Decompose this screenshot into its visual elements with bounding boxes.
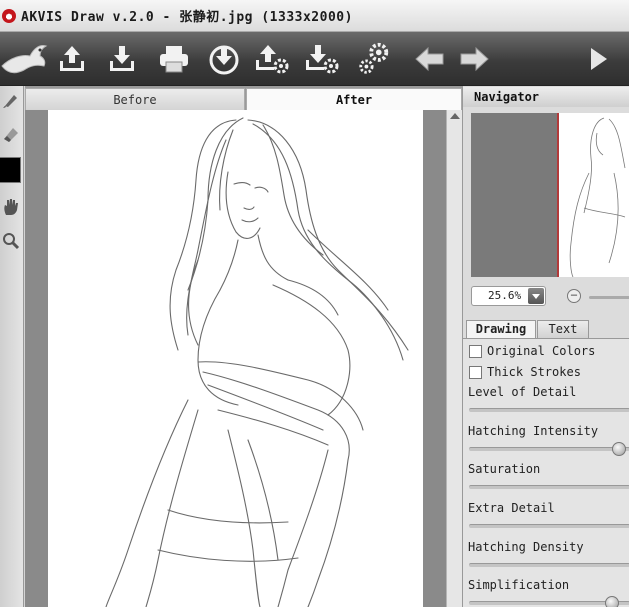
import-strokes-icon (209, 45, 239, 75)
export-settings-alt-icon (306, 45, 339, 74)
zoom-slider[interactable] (589, 296, 629, 299)
tab-after[interactable]: After (246, 88, 462, 110)
right-panel: Navigator 25.6% − Drawing Text Original (462, 86, 629, 607)
hatching-intensity-slider[interactable] (469, 442, 629, 456)
zoom-input[interactable]: 25.6% (471, 286, 546, 306)
canvas-area: Before After (25, 86, 462, 607)
extra-detail-slider[interactable] (469, 524, 629, 528)
print-icon (160, 46, 188, 73)
zoom-icon (3, 233, 20, 250)
thick-strokes-option[interactable]: Thick Strokes (469, 364, 581, 380)
preferences-button[interactable] (356, 40, 392, 78)
back-icon (415, 46, 444, 72)
result-image[interactable] (48, 110, 423, 607)
original-colors-option[interactable]: Original Colors (469, 343, 595, 359)
open-button[interactable] (54, 40, 90, 78)
scroll-up-arrow-icon[interactable] (450, 113, 460, 119)
forward-button[interactable] (456, 40, 492, 78)
app-logo-icon (2, 8, 16, 23)
hand-icon (4, 199, 19, 215)
thick-strokes-label: Thick Strokes (487, 365, 581, 379)
hand-tool[interactable] (0, 195, 22, 219)
export-settings-icon (256, 45, 289, 74)
extra-detail-label: Extra Detail (468, 501, 555, 515)
hatching-density-slider[interactable] (469, 563, 629, 567)
bird-logo-icon (0, 36, 50, 85)
level-of-detail-slider[interactable] (469, 408, 629, 412)
original-colors-checkbox[interactable] (469, 344, 482, 358)
save-icon (110, 46, 134, 71)
zoom-value: 25.6% (488, 289, 522, 302)
tab-text[interactable]: Text (537, 320, 589, 338)
toolbar (0, 32, 629, 86)
drawing-settings: Original Colors Thick Strokes Level of D… (463, 338, 629, 607)
window-title: AKVIS Draw v.2.0 - 张静初.jpg (1333x2000) (21, 10, 353, 25)
eraser-tool[interactable] (0, 122, 22, 146)
hatching-intensity-label: Hatching Intensity (468, 424, 599, 438)
back-button[interactable] (412, 40, 448, 78)
hatching-density-label: Hatching Density (468, 540, 584, 554)
forward-icon (460, 46, 489, 72)
navigator-thumbnail (557, 113, 629, 277)
export-settings-alt-button[interactable] (304, 40, 340, 78)
thick-strokes-checkbox[interactable] (469, 365, 482, 379)
zoom-dropdown-icon[interactable] (528, 288, 544, 304)
saturation-slider[interactable] (469, 485, 629, 489)
eraser-icon (4, 128, 18, 142)
preferences-icon (359, 42, 389, 74)
title-bar: AKVIS Draw v.2.0 - 张静初.jpg (1333x2000) (0, 0, 629, 32)
simplification-label: Simplification (468, 578, 570, 592)
pencil-tool[interactable] (0, 88, 22, 112)
navigator-preview[interactable] (471, 113, 629, 277)
simplification-thumb[interactable] (605, 596, 619, 607)
save-button[interactable] (104, 40, 140, 78)
level-of-detail-label: Level of Detail (468, 385, 577, 399)
zoom-tool[interactable] (0, 229, 22, 253)
export-settings-button[interactable] (254, 40, 290, 78)
saturation-label: Saturation (468, 462, 541, 476)
import-strokes-button[interactable] (206, 40, 242, 78)
simplification-slider[interactable] (469, 596, 629, 607)
open-icon (60, 46, 84, 71)
vertical-scrollbar[interactable] (446, 110, 462, 607)
pencil-sketch-image (105, 117, 409, 607)
navigator-title: Navigator (463, 87, 629, 107)
hatching-intensity-thumb[interactable] (612, 442, 626, 456)
brush-icon (3, 95, 17, 108)
tools-panel (0, 86, 24, 607)
run-button[interactable] (580, 40, 616, 78)
tab-before[interactable]: Before (25, 88, 245, 110)
print-button[interactable] (156, 40, 192, 78)
color-swatch[interactable] (0, 157, 21, 183)
run-icon (591, 48, 607, 70)
original-colors-label: Original Colors (487, 344, 596, 358)
tab-drawing[interactable]: Drawing (466, 320, 536, 338)
zoom-out-button[interactable]: − (567, 289, 581, 303)
